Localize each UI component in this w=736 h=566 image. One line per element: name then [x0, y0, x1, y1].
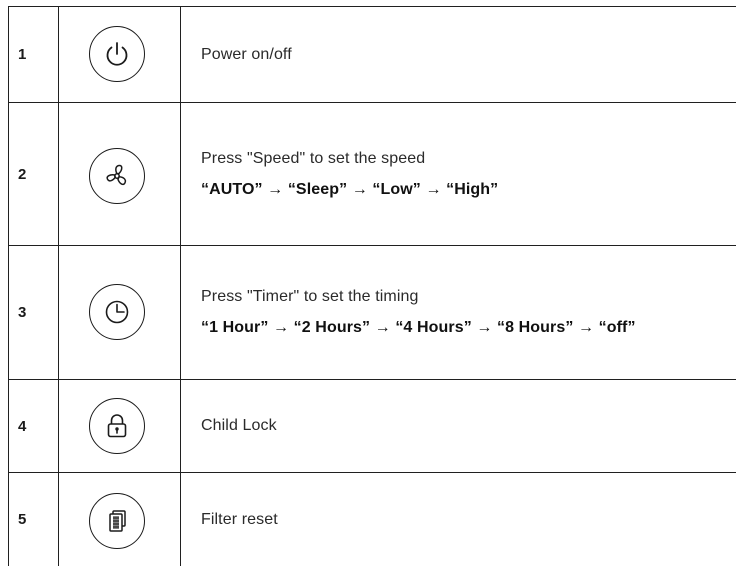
row-label: Child Lock [201, 417, 277, 434]
table-row: 5 Filter reset [8, 473, 736, 566]
row-number: 1 [18, 46, 27, 63]
row-label: Filter reset [201, 510, 278, 528]
child-lock-button [89, 398, 145, 454]
power-button [89, 26, 145, 82]
filter-icon [109, 510, 126, 532]
row-description: Filter reset [201, 473, 726, 566]
table-row: 4 Child Lock [8, 380, 736, 472]
row-label: Press "Speed" to set the speed [201, 149, 426, 167]
row-description: Child Lock [201, 380, 726, 472]
lock-icon [107, 414, 127, 438]
row-number: 2 [18, 165, 27, 183]
clock-icon [105, 300, 129, 324]
row-number: 4 [18, 417, 27, 435]
row-number: 3 [18, 304, 27, 321]
power-icon [106, 42, 128, 66]
timer-sequence: “1 Hour” → “2 Hours” → “4 Hours” → “8 Ho… [201, 319, 636, 336]
table-row: 1 Power on/off [8, 7, 736, 102]
row-description: Power on/off [201, 7, 726, 102]
row-description: Press "Timer" to set the timing “1 Hour”… [201, 246, 726, 379]
speed-sequence: “AUTO” → “Sleep” → “Low” → “High” [201, 180, 499, 198]
row-description: Press "Speed" to set the speed “AUTO” → … [201, 103, 726, 245]
row-label: Press "Timer" to set the timing [201, 288, 419, 305]
filter-reset-button [89, 493, 145, 549]
row-label: Power on/off [201, 45, 292, 63]
fan-icon [106, 164, 127, 186]
table-row: 2 Press "Speed" to set the speed “AUTO” … [8, 103, 736, 245]
function-table: 1 Power on/off 2 Press "Speed" to set th… [8, 6, 736, 566]
row-number: 5 [18, 511, 27, 528]
timer-button [89, 284, 145, 340]
speed-button [89, 148, 145, 204]
table-row: 3 Press "Timer" to set the timing “1 Hou… [8, 246, 736, 379]
